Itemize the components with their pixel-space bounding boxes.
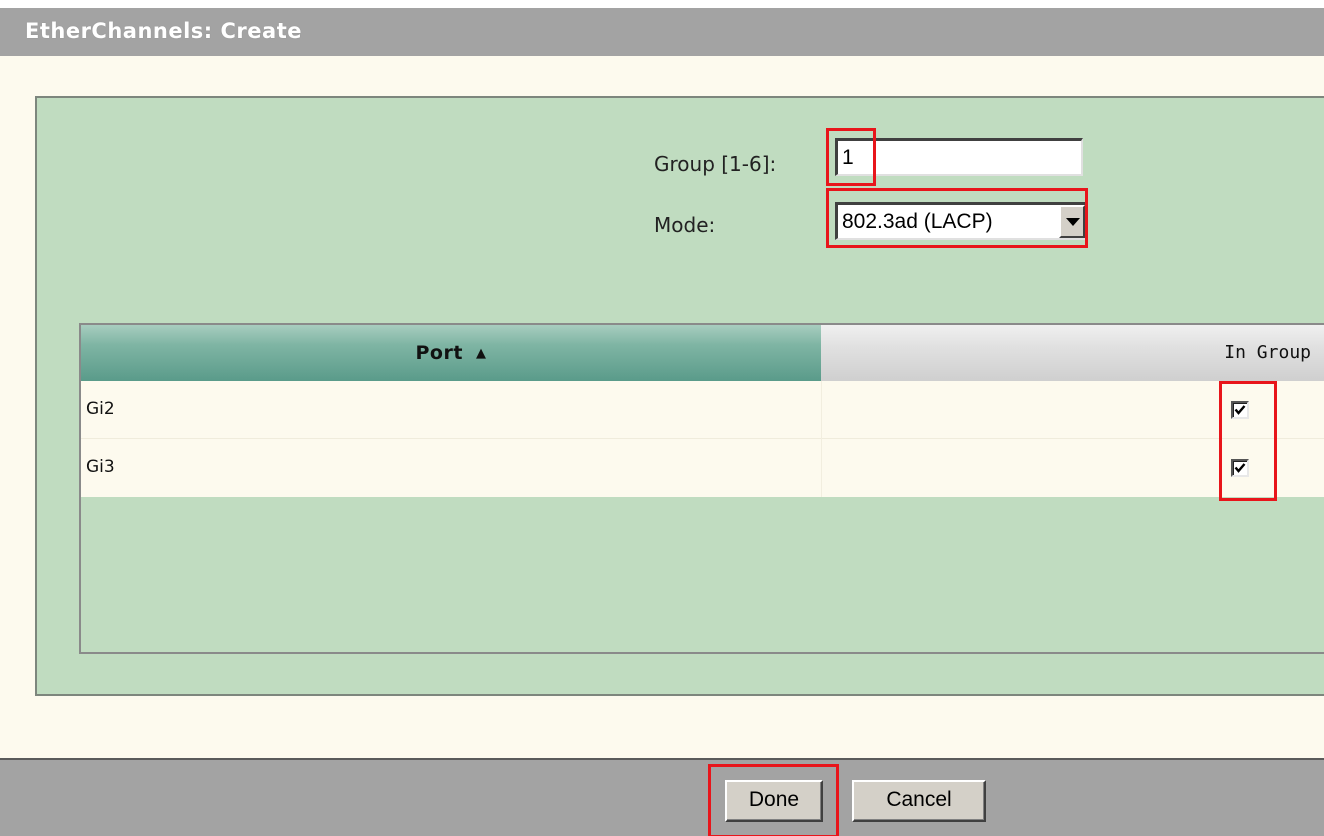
done-button[interactable]: Done — [725, 780, 823, 822]
column-header-port[interactable]: Port ▲ — [81, 325, 821, 381]
port-cell: Gi2 — [86, 399, 115, 419]
ports-table: Port ▲ In Group Gi2 Gi3 — [79, 323, 1324, 654]
checkmark-icon — [1234, 405, 1246, 415]
cancel-button[interactable]: Cancel — [852, 780, 986, 822]
port-cell: Gi3 — [86, 457, 115, 477]
table-row: Gi2 — [81, 381, 1324, 439]
etherchannels-create-dialog: EtherChannels: Create Group [1-6]: 1 Mod… — [0, 0, 1324, 836]
table-header: Port ▲ In Group — [81, 325, 1324, 381]
mode-dropdown-button[interactable] — [1059, 205, 1085, 238]
in-group-checkbox[interactable] — [1231, 459, 1249, 477]
column-header-in-group-label: In Group — [1224, 342, 1311, 363]
column-header-in-group[interactable]: In Group — [821, 325, 1324, 381]
checkmark-icon — [1234, 463, 1246, 473]
in-group-checkbox[interactable] — [1231, 401, 1249, 419]
chevron-down-icon — [1066, 218, 1080, 226]
mode-select-value: 802.3ad (LACP) — [842, 210, 993, 233]
dialog-content: Group [1-6]: 1 Mode: 802.3ad (LACP) Port… — [0, 56, 1324, 758]
title-bar: EtherChannels: Create — [0, 0, 1324, 56]
dialog-title: EtherChannels: Create — [25, 19, 302, 43]
group-input[interactable]: 1 — [835, 138, 1083, 176]
sort-ascending-icon: ▲ — [476, 346, 487, 361]
mode-select[interactable]: 802.3ad (LACP) — [835, 202, 1087, 240]
mode-label: Mode: — [654, 213, 716, 237]
table-row: Gi3 — [81, 439, 1324, 497]
dialog-footer: Done Cancel — [0, 758, 1324, 836]
column-header-port-label: Port — [415, 342, 463, 364]
group-label: Group [1-6]: — [654, 152, 777, 176]
settings-panel: Group [1-6]: 1 Mode: 802.3ad (LACP) Port… — [35, 96, 1324, 696]
